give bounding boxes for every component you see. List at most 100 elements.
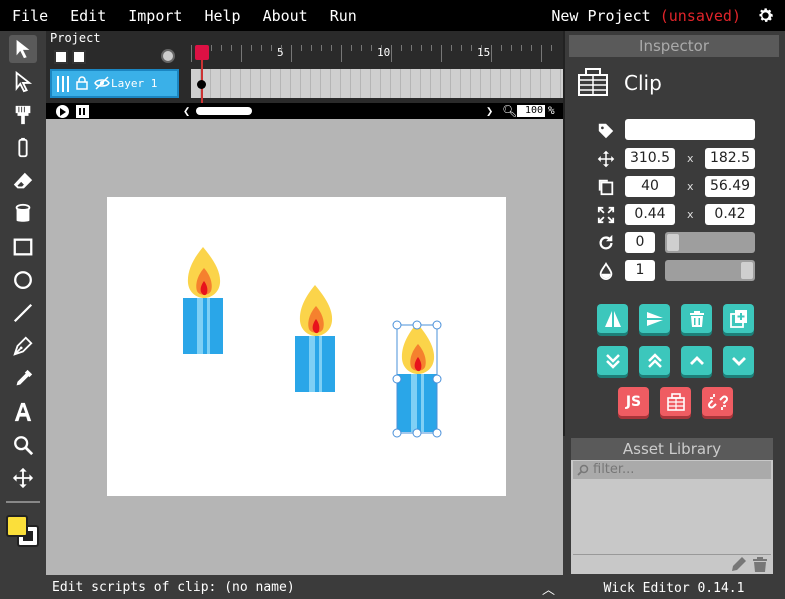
ellipse-tool[interactable] — [9, 266, 37, 294]
add-layer-icon[interactable] — [54, 50, 68, 64]
timeline-scrollbar[interactable] — [196, 107, 252, 115]
frame-cell[interactable] — [471, 69, 481, 98]
asset-list[interactable] — [573, 481, 771, 553]
frame-cell[interactable] — [441, 69, 451, 98]
move-forward-button[interactable] — [681, 346, 712, 375]
y-input[interactable]: 182.5 — [705, 148, 755, 169]
pencil-tool[interactable] — [9, 134, 37, 162]
play-button[interactable] — [56, 105, 69, 118]
edit-timeline-button[interactable] — [660, 387, 691, 416]
pause-button[interactable] — [76, 105, 89, 118]
rotation-slider-knob[interactable] — [667, 234, 679, 251]
move-backward-button[interactable] — [723, 346, 754, 375]
frame-cell[interactable] — [381, 69, 391, 98]
frame-cell[interactable] — [511, 69, 521, 98]
edit-scripts-button[interactable]: JS — [618, 387, 649, 416]
gear-icon[interactable] — [756, 6, 775, 25]
clip-name-input[interactable] — [625, 119, 755, 140]
frame-cell[interactable] — [251, 69, 261, 98]
menu-help[interactable]: Help — [204, 7, 240, 25]
width-input[interactable]: 40 — [625, 176, 675, 197]
break-apart-button[interactable] — [702, 387, 733, 416]
frame-cell[interactable] — [351, 69, 361, 98]
opacity-slider[interactable] — [665, 260, 755, 281]
eraser-tool[interactable] — [9, 167, 37, 195]
rotation-slider[interactable] — [665, 232, 755, 253]
frame-cell[interactable] — [231, 69, 241, 98]
fill-color-swatch[interactable] — [6, 515, 28, 537]
candle-clip[interactable] — [183, 247, 223, 354]
frame-cell[interactable] — [371, 69, 381, 98]
scale-y-input[interactable]: 0.42 — [705, 204, 755, 225]
frame-cell[interactable] — [311, 69, 321, 98]
duplicate-button[interactable] — [723, 304, 754, 333]
pen-tool[interactable] — [9, 332, 37, 360]
candle-clip[interactable] — [295, 285, 335, 392]
frame-cell[interactable] — [421, 69, 431, 98]
frame-cell[interactable] — [521, 69, 531, 98]
frame-cell[interactable] — [291, 69, 301, 98]
bring-to-front-button[interactable] — [639, 346, 670, 375]
trash-icon[interactable] — [753, 556, 767, 572]
frame-cell[interactable] — [321, 69, 331, 98]
zoom-tool[interactable] — [9, 431, 37, 459]
timeline-ruler[interactable]: 5 10 15 — [191, 45, 563, 62]
timeline-zoom-input[interactable]: 100 — [517, 105, 545, 117]
frame-cell[interactable] — [431, 69, 441, 98]
delete-button[interactable] — [681, 304, 712, 333]
text-tool[interactable] — [9, 398, 37, 426]
frame-cell[interactable] — [301, 69, 311, 98]
eyedropper-tool[interactable] — [9, 365, 37, 393]
frame-cell[interactable] — [551, 69, 561, 98]
frames-track[interactable] — [191, 69, 563, 98]
keyframe-dot[interactable] — [197, 80, 206, 89]
frame-cell[interactable] — [531, 69, 541, 98]
frame-cell[interactable] — [271, 69, 281, 98]
frame-cell[interactable] — [451, 69, 461, 98]
frame-cell[interactable] — [411, 69, 421, 98]
line-tool[interactable] — [9, 299, 37, 327]
frame-cell[interactable] — [341, 69, 351, 98]
playhead[interactable] — [195, 45, 209, 60]
selected-candle-clip[interactable] — [392, 320, 442, 438]
drag-handle-icon[interactable] — [56, 76, 70, 92]
x-input[interactable]: 310.5 — [625, 148, 675, 169]
lock-icon[interactable] — [76, 76, 88, 90]
menu-file[interactable]: File — [12, 7, 48, 25]
rectangle-tool[interactable] — [9, 233, 37, 261]
send-to-back-button[interactable] — [597, 346, 628, 375]
opacity-slider-knob[interactable] — [741, 262, 753, 279]
eye-hidden-icon[interactable] — [94, 76, 110, 90]
frame-cell[interactable] — [401, 69, 411, 98]
frame-cell[interactable] — [331, 69, 341, 98]
frame-cell[interactable] — [481, 69, 491, 98]
scroll-right-icon[interactable]: ❯ — [486, 104, 493, 118]
flip-vertical-button[interactable] — [639, 304, 670, 333]
script-bar[interactable]: Edit scripts of clip: (no name) ︿ — [46, 575, 563, 599]
height-input[interactable]: 56.49 — [705, 176, 755, 197]
frame-cell[interactable] — [261, 69, 271, 98]
frame-cell[interactable] — [391, 69, 401, 98]
frame-cell[interactable] — [501, 69, 511, 98]
pan-tool[interactable] — [9, 464, 37, 492]
frame-cell[interactable] — [361, 69, 371, 98]
frame-cell[interactable] — [281, 69, 291, 98]
scale-x-input[interactable]: 0.44 — [625, 204, 675, 225]
menu-run[interactable]: Run — [330, 7, 357, 25]
scroll-left-icon[interactable]: ❮ — [183, 104, 190, 118]
canvas-area[interactable] — [46, 119, 563, 575]
path-cursor-tool[interactable] — [9, 68, 37, 96]
frame-cell[interactable] — [541, 69, 551, 98]
fill-bucket-tool[interactable] — [9, 200, 37, 228]
cursor-tool[interactable] — [9, 35, 37, 63]
frame-cell[interactable] — [491, 69, 501, 98]
layer-row[interactable]: Layer 1 — [50, 69, 179, 98]
brush-tool[interactable] — [9, 101, 37, 129]
opacity-input[interactable]: 1 — [625, 260, 655, 281]
rotation-input[interactable]: 0 — [625, 232, 655, 253]
frame-cell[interactable] — [241, 69, 251, 98]
menu-import[interactable]: Import — [128, 7, 182, 25]
frame-cell[interactable] — [221, 69, 231, 98]
frame-cell[interactable] — [461, 69, 471, 98]
rename-pencil-icon[interactable] — [731, 556, 747, 572]
